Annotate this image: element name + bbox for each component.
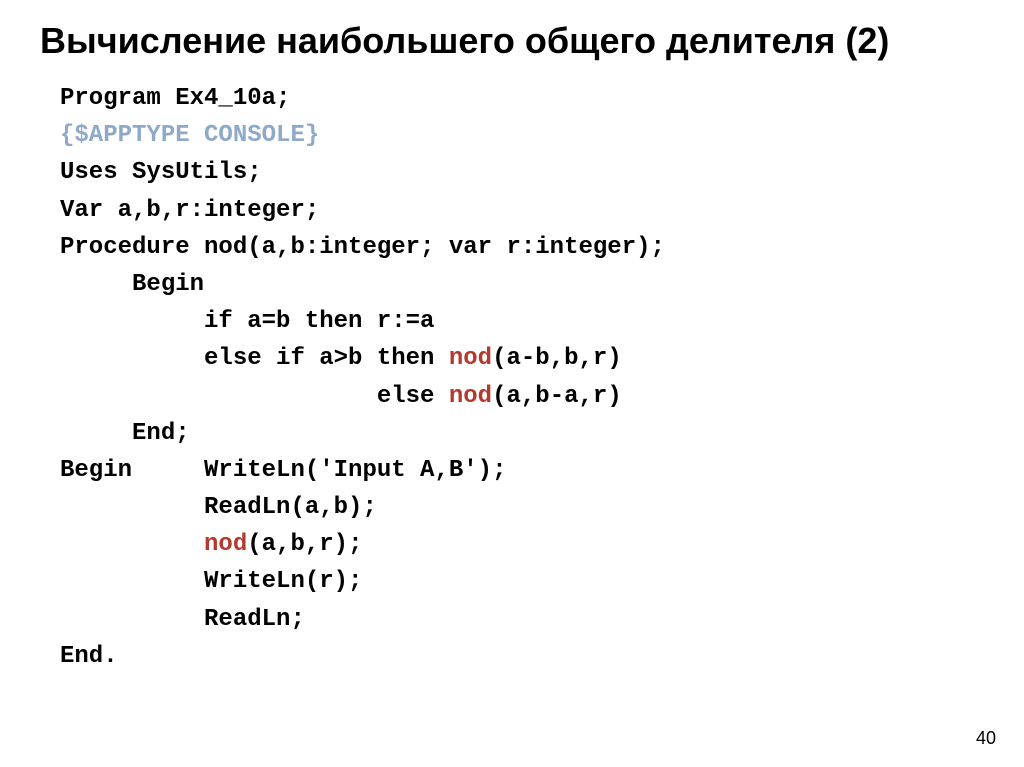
code-line-10: End;: [60, 420, 190, 447]
code-block: Program Ex4_10a; {$APPTYPE CONSOLE} Uses…: [60, 80, 1024, 675]
code-line-3: Uses SysUtils;: [60, 159, 262, 186]
code-line-8c: (a-b,b,r): [492, 345, 622, 372]
code-line-5: Procedure nod(a,b:integer; var r:integer…: [60, 234, 665, 261]
code-line-13c: (a,b,r);: [247, 531, 362, 558]
code-line-13a: [60, 531, 204, 558]
code-line-8b: nod: [449, 345, 492, 372]
code-line-8a: else if a>b then: [60, 345, 449, 372]
code-line-13b: nod: [204, 531, 247, 558]
code-line-1: Program Ex4_10a;: [60, 85, 290, 112]
code-line-2: {$APPTYPE CONSOLE}: [60, 122, 319, 149]
code-line-14: WriteLn(r);: [60, 568, 362, 595]
code-line-9b: nod: [449, 383, 492, 410]
code-line-4: Var a,b,r:integer;: [60, 197, 319, 224]
code-line-6: Begin: [60, 271, 204, 298]
code-line-12: ReadLn(a,b);: [60, 494, 377, 521]
code-line-9a: else: [60, 383, 449, 410]
page-number: 40: [976, 728, 996, 749]
code-line-11: Begin WriteLn('Input A,B');: [60, 457, 506, 484]
code-line-7: if a=b then r:=a: [60, 308, 434, 335]
code-line-9c: (a,b-a,r): [492, 383, 622, 410]
slide: Вычисление наибольшего общего делителя (…: [0, 0, 1024, 767]
code-line-15: ReadLn;: [60, 606, 305, 633]
code-line-16: End.: [60, 643, 118, 670]
slide-title: Вычисление наибольшего общего делителя (…: [40, 20, 1024, 62]
